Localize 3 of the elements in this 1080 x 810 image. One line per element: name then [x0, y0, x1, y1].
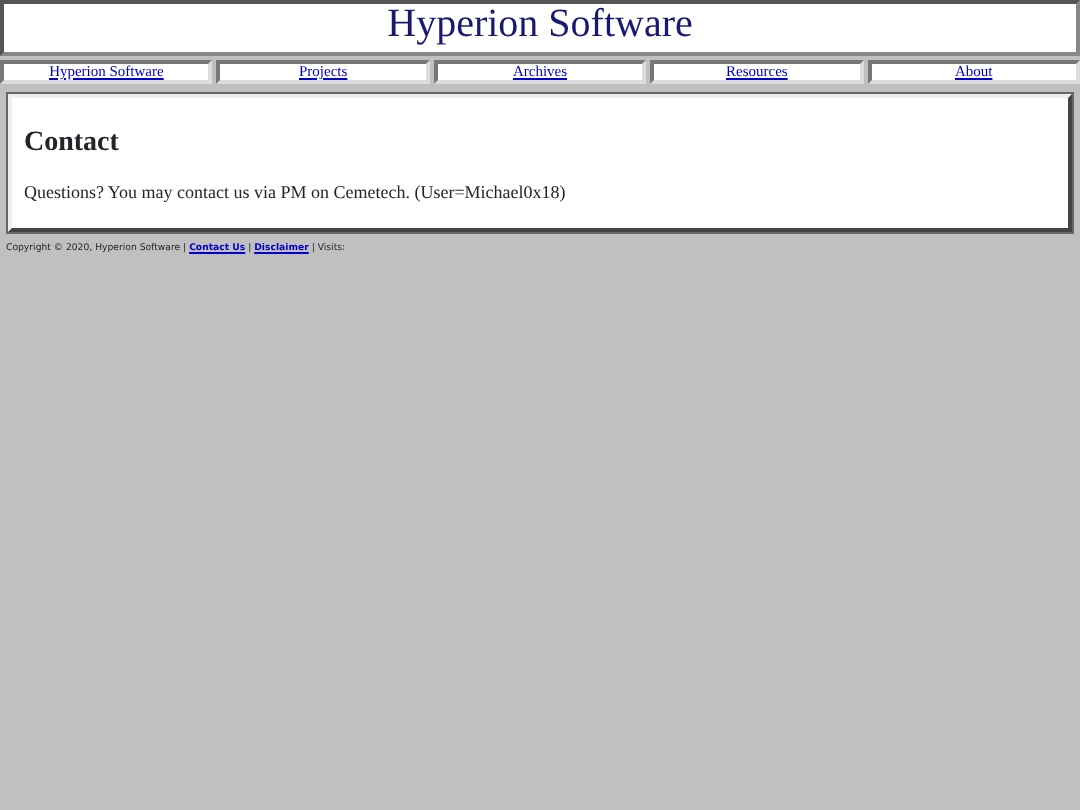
- contact-text: Questions? You may contact us via PM on Cemetech. (User=Michael0x18): [24, 180, 568, 206]
- page-heading: Contact: [24, 126, 121, 162]
- site-title: Hyperion Software: [387, 6, 693, 44]
